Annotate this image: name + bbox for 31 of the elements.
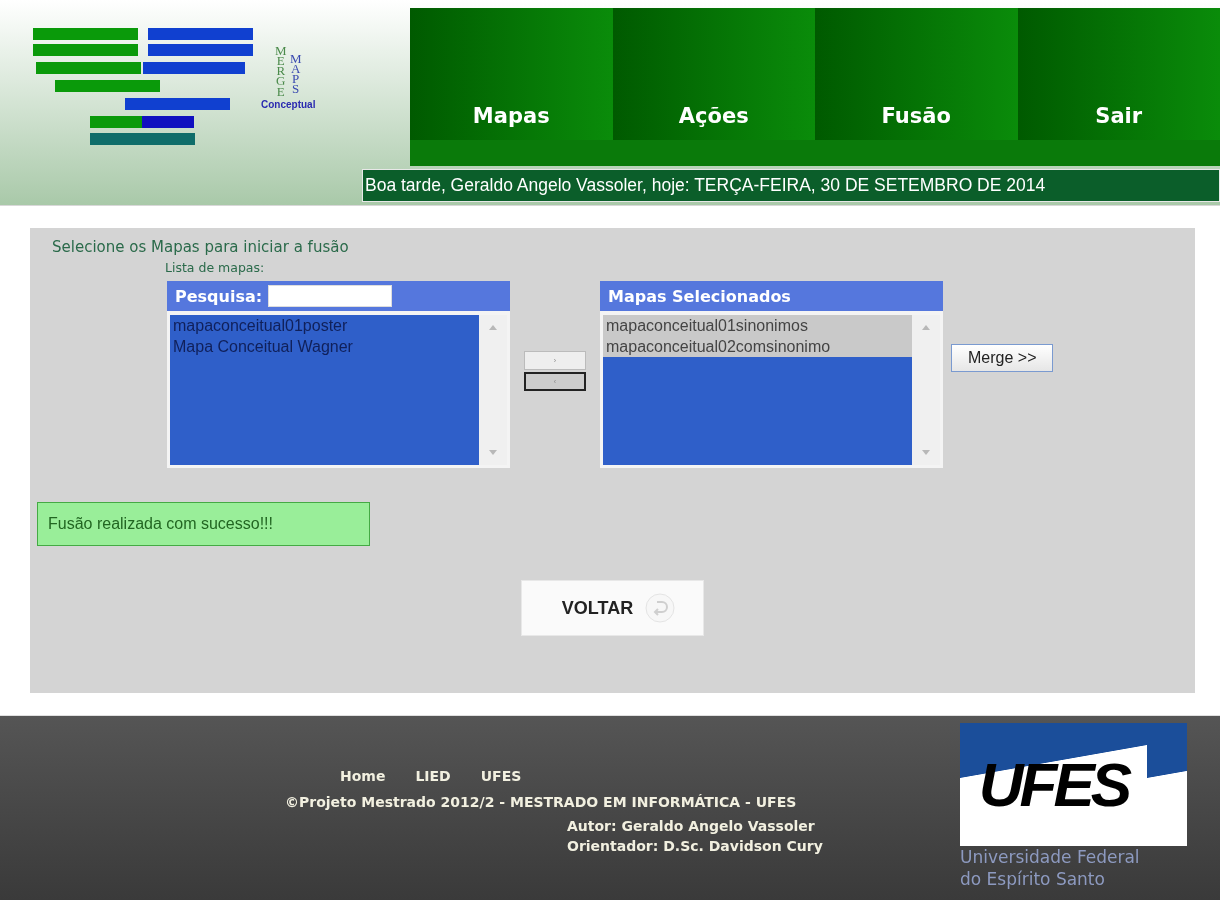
- list-header: Mapas Selecionados: [608, 286, 791, 306]
- footer-link[interactable]: Home: [340, 768, 386, 784]
- nav-tab[interactable]: Ações: [612, 8, 815, 140]
- university-name: do Espírito Santo: [960, 868, 1106, 890]
- panel-title: Selecione os Mapas para iniciar a fusão: [52, 238, 350, 256]
- footer-link[interactable]: LIED: [415, 768, 451, 784]
- list-label: Lista de mapas:: [165, 260, 266, 275]
- footer-link[interactable]: UFES: [480, 768, 522, 784]
- nav-tab[interactable]: Mapas: [410, 8, 613, 140]
- selected-map-list[interactable]: mapaconceitual01sinonimos mapaconceitual02comsinonimo: [600, 311, 943, 468]
- search-field[interactable]: [268, 285, 393, 307]
- university-name: Universidade Federal: [960, 846, 1141, 868]
- search-label: Pesquisa:: [175, 286, 263, 306]
- success-message: Fusão realizada com sucesso!!!: [37, 502, 370, 546]
- university-logo: UFES: [960, 723, 1187, 846]
- merge-button[interactable]: Merge >>: [951, 344, 1054, 372]
- greeting-bar: Boa tarde, Geraldo Angelo Vassoler, hoje: TERÇA-FEIRA, 30 DE SETEMBRO DE 2014: [362, 169, 1220, 202]
- back-button[interactable]: VOLTAR: [521, 580, 704, 636]
- return-icon: [645, 593, 676, 623]
- author-text: Autor: Geraldo Angelo Vassoler: [567, 818, 816, 834]
- scrollbar[interactable]: [479, 315, 507, 465]
- logo-subtitle: Conceptual: [261, 98, 316, 110]
- nav-tab[interactable]: Fusão: [815, 8, 1018, 140]
- nav-tab[interactable]: Sair: [1017, 8, 1220, 140]
- copyright-text: ©Projeto Mestrado 2012/2 - MESTRADO EM INFORMÁTICA - UFES: [285, 794, 798, 810]
- logo-text: MAPS: [289, 54, 303, 97]
- logo-text: MERGE: [274, 46, 288, 97]
- list-option[interactable]: mapaconceitual01sinonimos: [603, 315, 912, 336]
- scrollbar[interactable]: [912, 315, 940, 465]
- advisor-text: Orientador: D.Sc. Davidson Cury: [567, 838, 824, 854]
- list-option[interactable]: mapaconceitual02comsinonimo: [603, 336, 912, 357]
